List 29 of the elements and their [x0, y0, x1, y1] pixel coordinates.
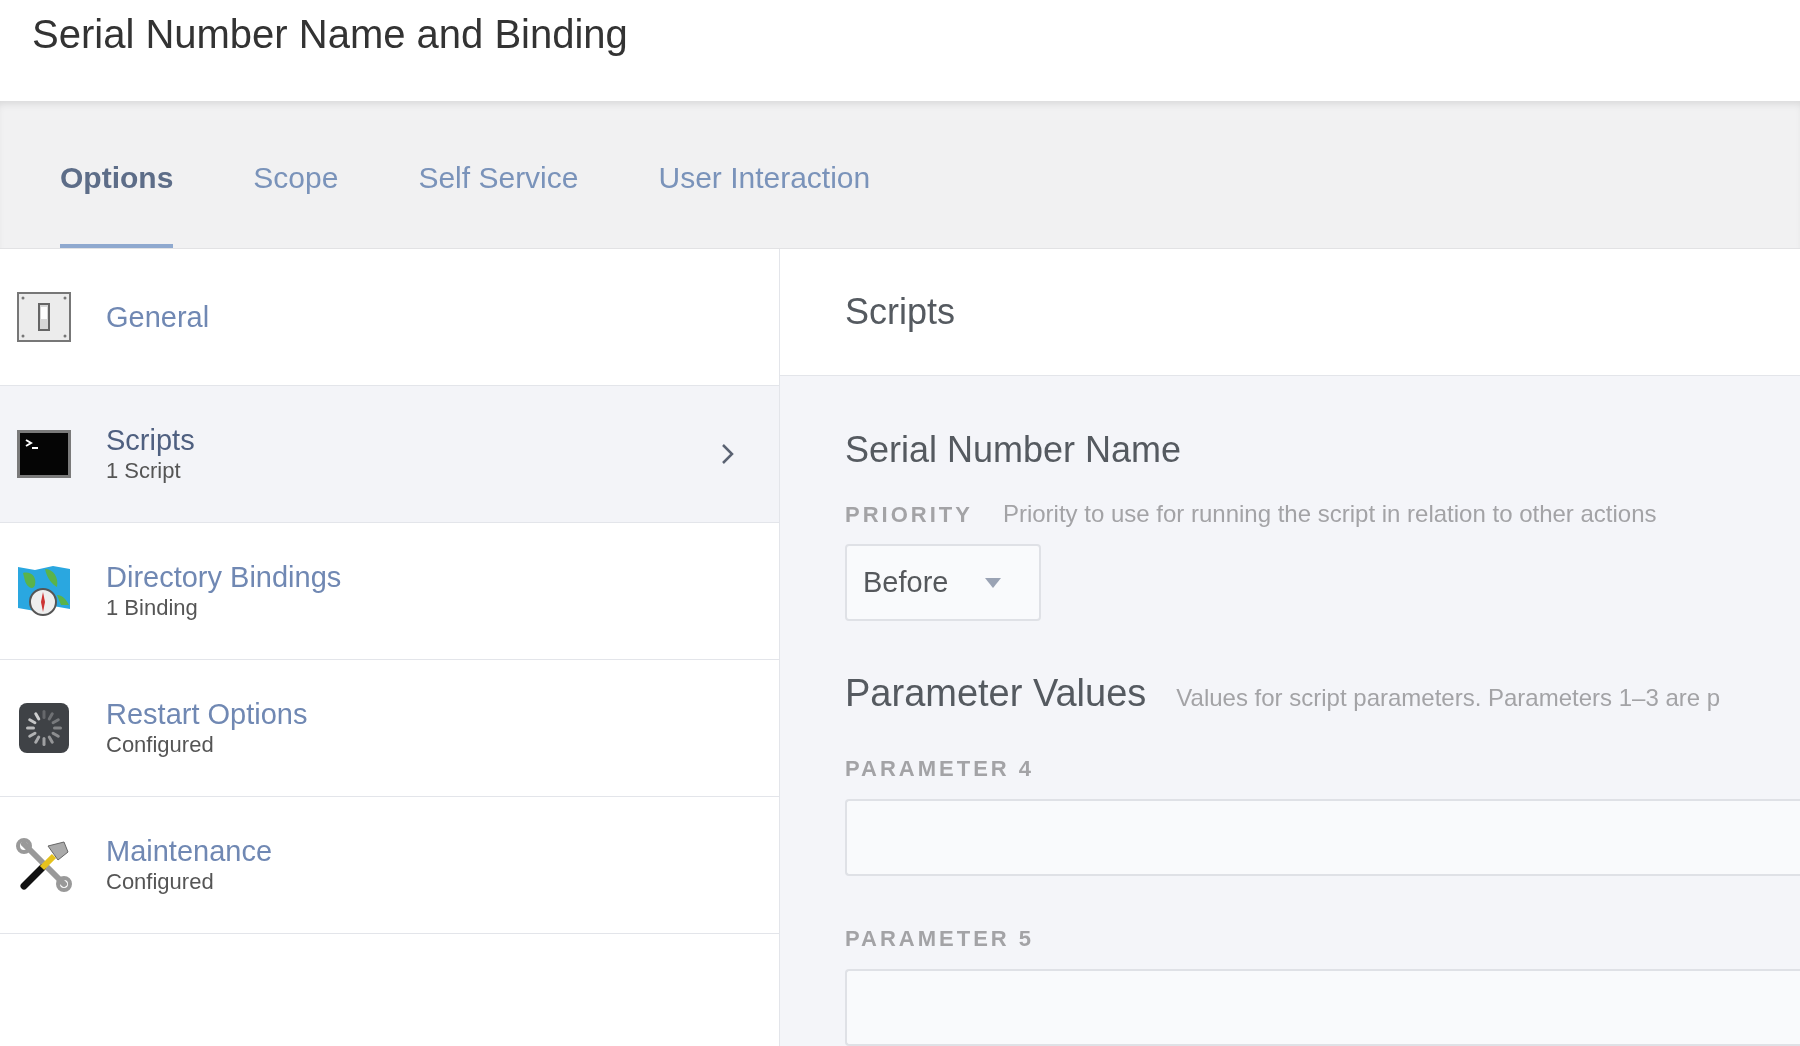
field-label: PARAMETER 5	[845, 925, 1036, 953]
help-text: Priority to use for running the script in relation to other actions	[1002, 499, 1657, 529]
item-subtitle: Configured	[106, 731, 215, 759]
input-field[interactable]	[845, 799, 1800, 876]
help-text: Values for script parameters. Parameters 1–3 are p	[1176, 683, 1721, 713]
item-subtitle: 1 Binding	[106, 594, 199, 622]
item-subtitle: Configured	[106, 868, 215, 896]
caret-down-icon	[984, 576, 1003, 589]
item-subtitle: 1 Script	[106, 457, 182, 485]
switch-icon	[17, 292, 71, 342]
item-title: Scripts	[106, 423, 196, 457]
panel-title: Scripts	[845, 290, 956, 334]
field-label: PARAMETER 4	[845, 755, 1036, 783]
priority-dropdown[interactable]: Before	[845, 544, 1041, 621]
item-title: Maintenance	[106, 834, 274, 868]
terminal-icon	[17, 430, 71, 478]
item-title: Restart Options	[106, 697, 309, 731]
map-compass-icon	[17, 565, 71, 617]
input-field[interactable]	[845, 969, 1800, 1046]
item-title: Directory Bindings	[106, 560, 343, 594]
section-title: Parameter Values	[845, 671, 1147, 716]
spinner-icon	[18, 702, 70, 754]
sidebar-item[interactable]: Scripts 1 Script	[0, 386, 779, 523]
hammer-wrench-icon	[16, 838, 72, 892]
field-label: PRIORITY	[845, 501, 973, 529]
section-title: Serial Number Name	[845, 428, 1183, 472]
page-title: Serial Number Name and Binding	[32, 10, 628, 58]
item-title: General	[106, 300, 211, 334]
chevron-right-icon	[721, 443, 735, 465]
